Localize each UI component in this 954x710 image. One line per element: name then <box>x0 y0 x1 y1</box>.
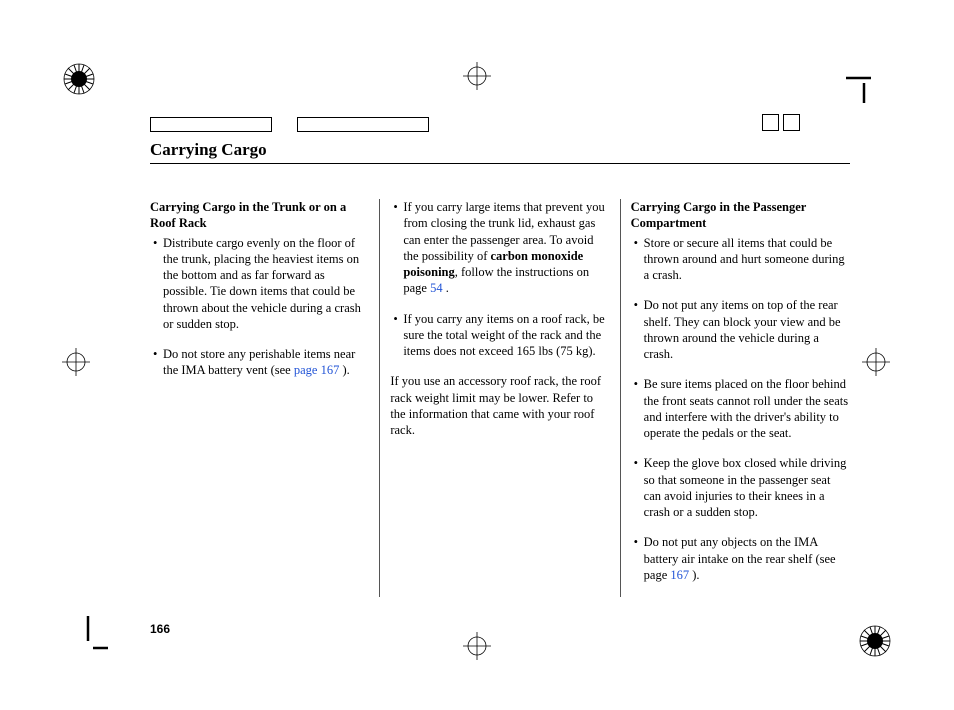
reg-mark-crosshair-top <box>463 62 491 90</box>
right-list: Store or secure all items that could be … <box>631 235 850 584</box>
middle-item-1-post: . <box>443 281 449 295</box>
content-columns: Carrying Cargo in the Trunk or on a Roof… <box>150 199 850 597</box>
reg-mark-crop-top-right <box>846 58 896 103</box>
left-heading: Carrying Cargo in the Trunk or on a Roof… <box>150 199 369 232</box>
left-item-2-post: ). <box>339 363 349 377</box>
right-item-3: Be sure items placed on the floor behind… <box>631 376 850 441</box>
reg-mark-box-b <box>783 114 800 131</box>
header-field-1 <box>150 117 272 132</box>
middle-item-1: If you carry large items that prevent yo… <box>390 199 609 297</box>
page-number: 166 <box>150 622 170 636</box>
right-item-2: Do not put any items on top of the rear … <box>631 297 850 362</box>
reg-mark-crosshair-left <box>62 348 90 376</box>
link-page-167-a[interactable]: page 167 <box>294 363 339 377</box>
reg-mark-crosshair-bottom <box>463 632 491 660</box>
right-heading: Carrying Cargo in the Passenger Compartm… <box>631 199 850 232</box>
link-page-54[interactable]: 54 <box>430 281 443 295</box>
right-item-5-post: ). <box>689 568 699 582</box>
reg-mark-box-a <box>762 114 779 131</box>
link-page-167-b[interactable]: 167 <box>670 568 689 582</box>
header-field-2 <box>297 117 429 132</box>
reg-mark-starburst-bottom-right <box>858 624 892 658</box>
left-item-2: Do not store any perishable items near t… <box>150 346 369 379</box>
left-item-1: Distribute cargo evenly on the floor of … <box>150 235 369 333</box>
middle-list: If you carry large items that prevent yo… <box>390 199 609 359</box>
left-list: Distribute cargo evenly on the floor of … <box>150 235 369 379</box>
column-left: Carrying Cargo in the Trunk or on a Roof… <box>150 199 380 597</box>
column-middle: If you carry large items that prevent yo… <box>380 199 620 597</box>
reg-mark-starburst-top-left <box>62 62 96 96</box>
middle-para: If you use an accessory roof rack, the r… <box>390 373 609 438</box>
right-item-1: Store or secure all items that could be … <box>631 235 850 284</box>
reg-mark-crosshair-right <box>862 348 890 376</box>
page-body: Carrying Cargo Carrying Cargo in the Tru… <box>150 140 850 597</box>
right-item-5: Do not put any objects on the IMA batter… <box>631 534 850 583</box>
reg-mark-crop-bottom-left <box>58 616 108 666</box>
page-title: Carrying Cargo <box>150 140 850 164</box>
middle-item-2: If you carry any items on a roof rack, b… <box>390 311 609 360</box>
right-item-4: Keep the glove box closed while driving … <box>631 455 850 520</box>
column-right: Carrying Cargo in the Passenger Compartm… <box>621 199 850 597</box>
